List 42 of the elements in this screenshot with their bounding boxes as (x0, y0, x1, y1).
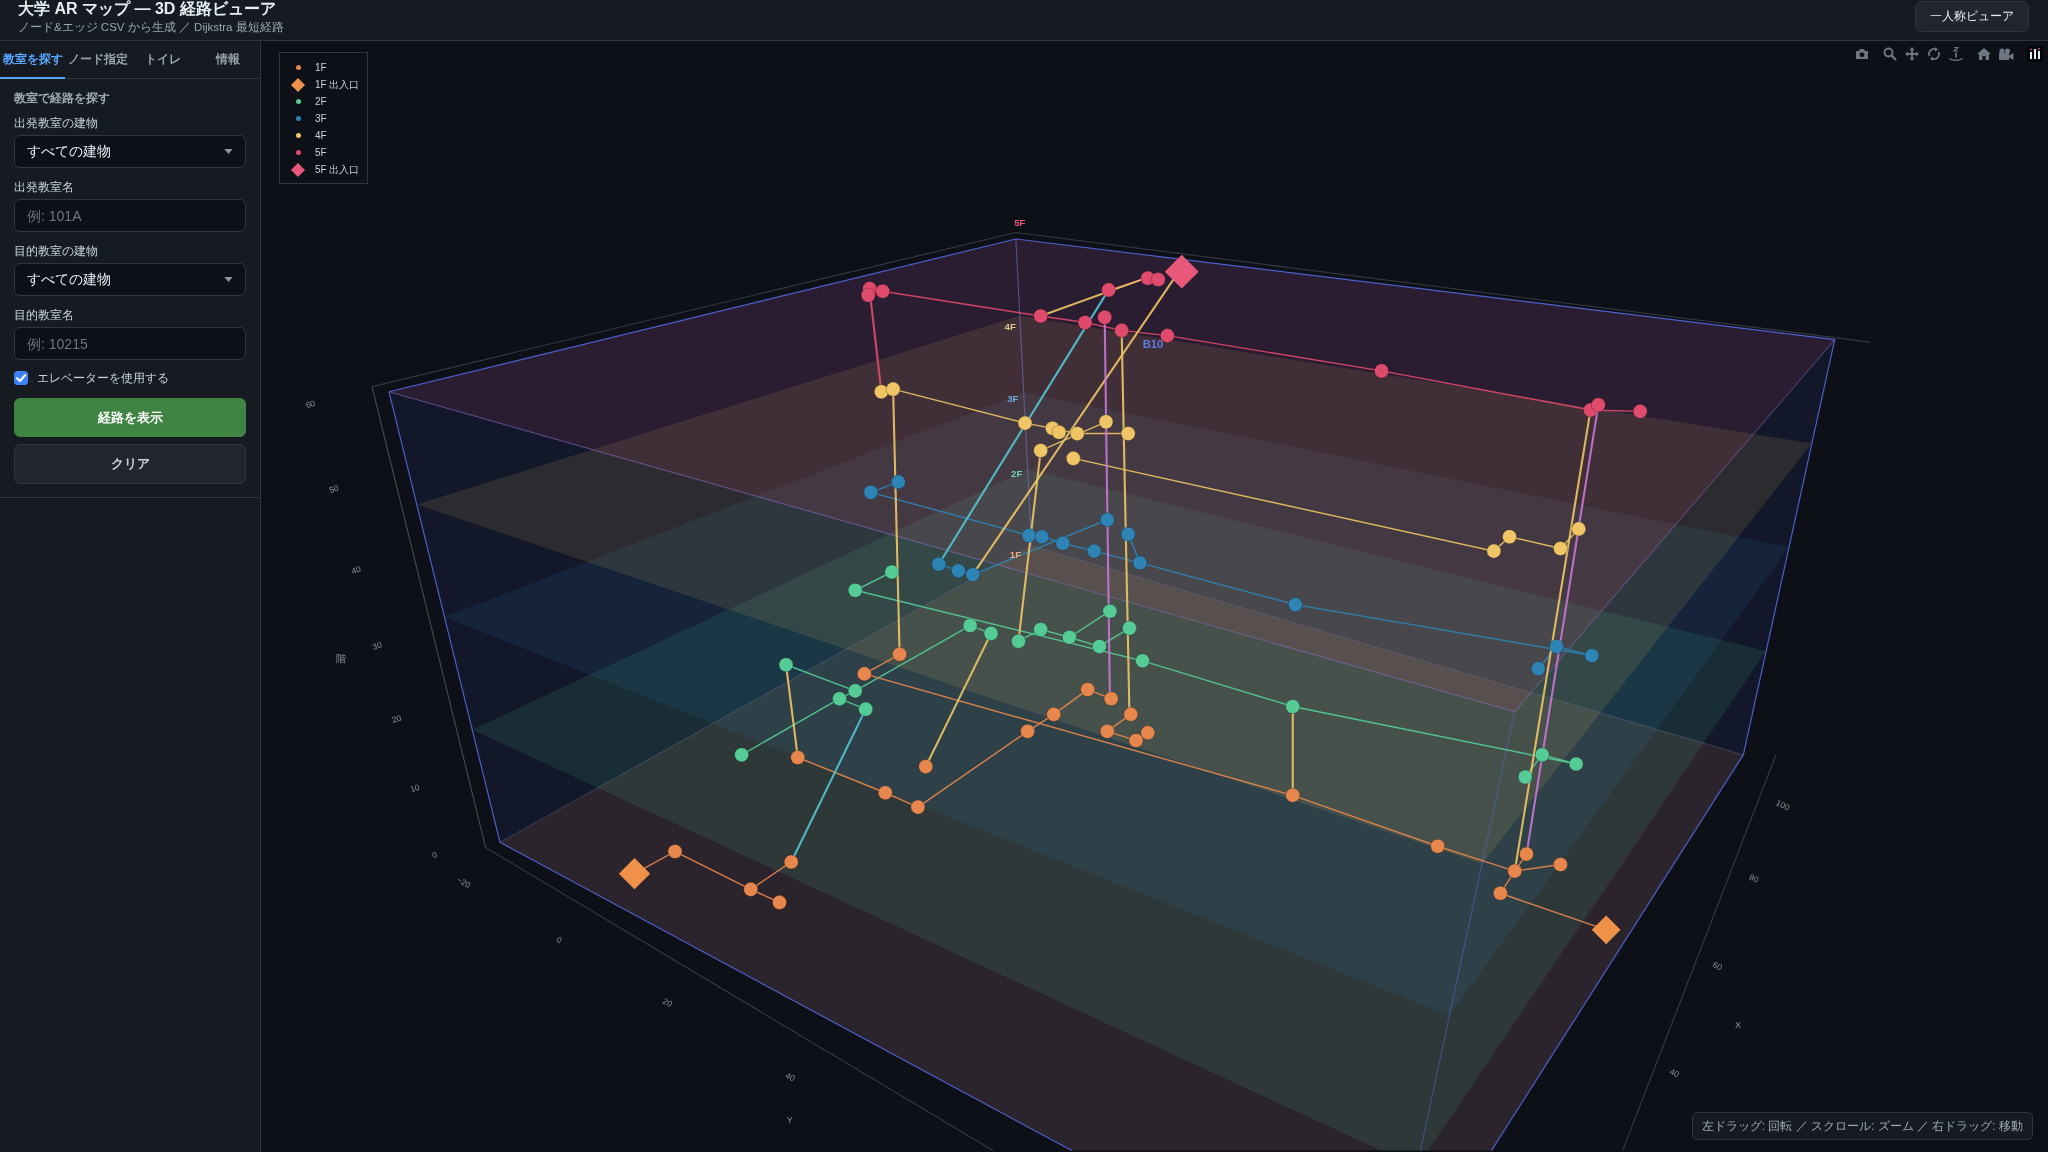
video-camera-icon[interactable] (1998, 48, 2014, 60)
room-name-field[interactable]: 例: 10215 (14, 327, 246, 360)
elevator-checkbox[interactable] (14, 371, 28, 385)
legend-label: 4F (315, 130, 327, 141)
field-label: 目的教室の建物 (14, 244, 99, 258)
show-route-button[interactable]: 経路を表示 (14, 398, 246, 437)
field-label: 出発教室の建物 (14, 116, 99, 130)
axis-title: 階 (335, 653, 346, 665)
move-icon[interactable] (1905, 47, 1919, 61)
legend-label: 5F (315, 147, 327, 158)
camera-icon[interactable] (1855, 48, 1869, 60)
axis-tick-label: 60 (304, 397, 317, 411)
sidebar-tab[interactable]: 教室を探す (0, 41, 65, 79)
building-select[interactable]: すべての建物 (14, 263, 246, 296)
legend-label: 5F 出入口 (315, 162, 360, 177)
legend-label: 1F 出入口 (315, 77, 360, 92)
app-subtitle: ノード&エッジ CSV から生成 ／ Dijkstra 最短経路 (18, 20, 284, 34)
home-icon[interactable] (1977, 48, 1991, 60)
building-select[interactable]: すべての建物 (14, 135, 246, 168)
caret-icon (224, 277, 233, 282)
field-label: 目的教室名 (14, 308, 75, 322)
turntable-icon[interactable] (1949, 47, 1963, 61)
axis-tick-label: 40 (350, 563, 363, 577)
bars-logo-icon[interactable] (2027, 46, 2043, 62)
rotate-icon[interactable] (1927, 47, 1941, 61)
legend-label: 1F (315, 62, 327, 73)
sidebar-tab[interactable]: トイレ (130, 41, 195, 79)
section-title: 教室で経路を探す (14, 91, 111, 105)
legend-label: 2F (315, 96, 327, 107)
clear-button[interactable]: クリア (14, 444, 246, 484)
first-person-view-button[interactable]: 一人称ビューア (1915, 1, 2029, 32)
sidebar-tab[interactable]: 情報 (195, 41, 260, 79)
zoom-icon[interactable] (1883, 47, 1897, 61)
field-label: 出発教室名 (14, 180, 75, 194)
room-name-field[interactable]: 例: 101A (14, 199, 246, 232)
legend-label: 3F (315, 113, 327, 124)
axis-tick-label: 50 (327, 482, 340, 496)
sidebar-tab[interactable]: ノード指定 (65, 41, 130, 79)
elevator-option-label: エレベーターを使用する (37, 369, 169, 387)
floor-level-label: 5F (1014, 216, 1026, 228)
caret-icon (224, 149, 233, 154)
app-title: 大学 AR マップ — 3D 経路ビューア (18, 0, 277, 18)
